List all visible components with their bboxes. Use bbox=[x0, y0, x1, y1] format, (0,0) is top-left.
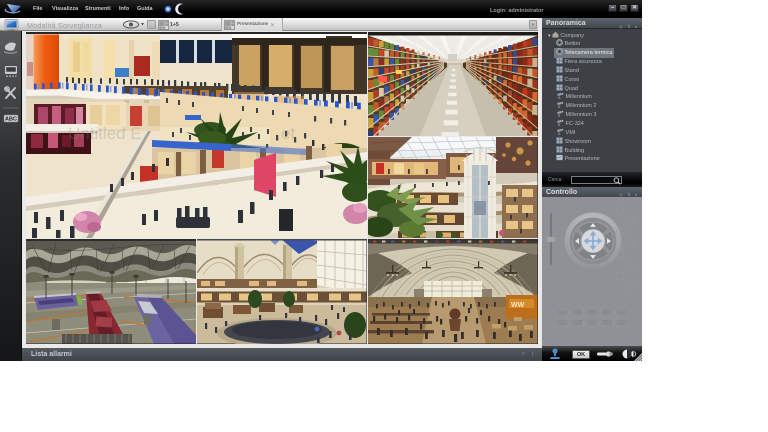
svg-text:et: et bbox=[281, 124, 295, 143]
svg-text:Untitled E: Untitled E bbox=[68, 124, 142, 143]
svg-text:WW: WW bbox=[511, 302, 525, 309]
svg-text:ABC: ABC bbox=[5, 117, 17, 123]
